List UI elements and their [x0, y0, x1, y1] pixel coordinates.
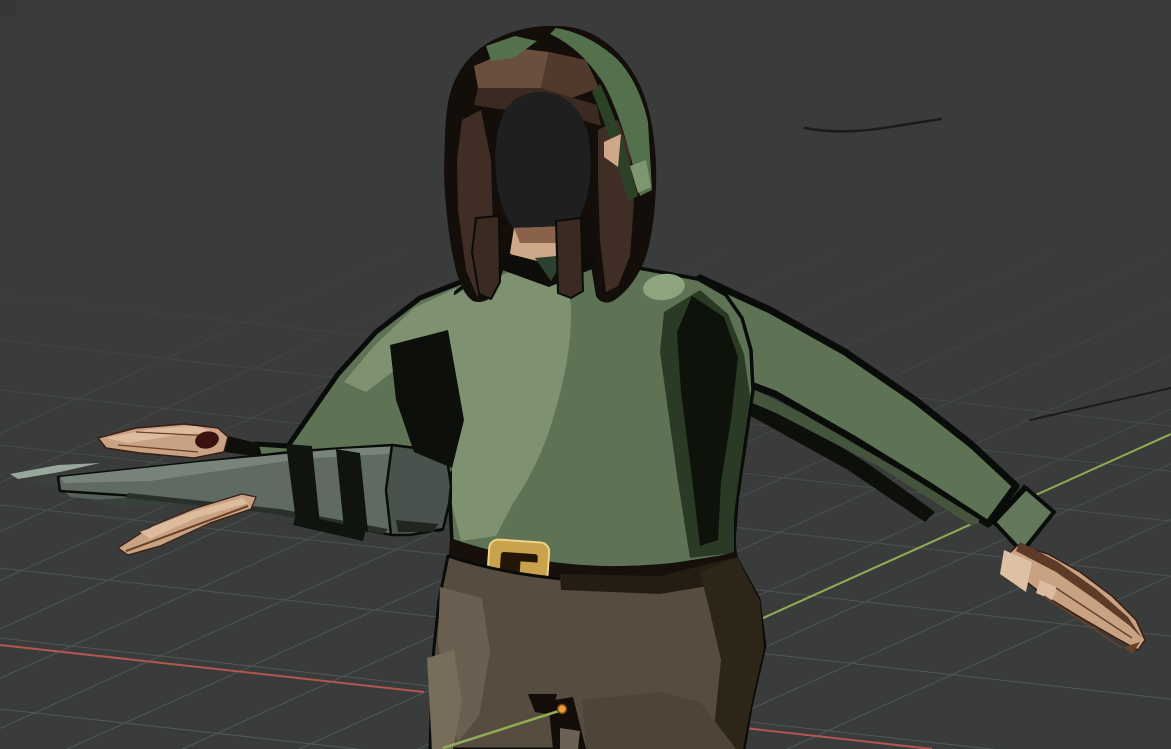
head	[444, 26, 656, 303]
3d-viewport[interactable]	[0, 0, 1171, 749]
viewport-corner-shade	[0, 0, 16, 16]
pants	[427, 556, 765, 749]
pants-inner-patch	[560, 728, 580, 749]
object-origin-dot[interactable]	[558, 705, 567, 714]
hair-strand-right	[556, 218, 583, 298]
